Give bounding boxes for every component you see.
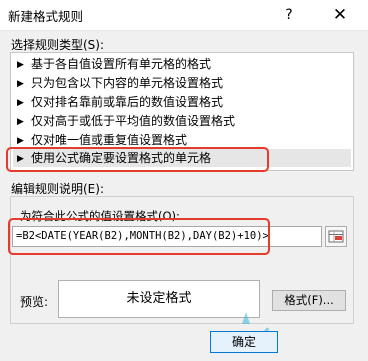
rule-item-label: 基于各自值设置所有单元格的格式 bbox=[31, 57, 212, 71]
highlight-annotation-rule bbox=[6, 147, 269, 172]
rule-item-color-scale[interactable]: ▶ 基于各自值设置所有单元格的格式 bbox=[13, 55, 351, 73]
rule-item-contains[interactable]: ▶ 只为包含以下内容的单元格设置格式 bbox=[13, 74, 351, 92]
highlight-annotation-formula bbox=[8, 218, 270, 255]
range-selector-button[interactable] bbox=[325, 226, 347, 247]
rule-item-label: 仅对唯一值或重复值设置格式 bbox=[31, 133, 188, 147]
rule-item-label: 只为包含以下内容的单元格设置格式 bbox=[31, 76, 224, 90]
help-button[interactable]: ? bbox=[281, 6, 297, 24]
format-button[interactable]: 格式(F)... bbox=[272, 290, 346, 311]
rule-item-top-bottom[interactable]: ▶ 仅对排名靠前或靠后的数值设置格式 bbox=[13, 93, 351, 111]
arrow-icon: ▶ bbox=[17, 98, 24, 108]
arrow-icon: ▶ bbox=[17, 117, 24, 127]
title-bar: 新建格式规则 ? ✕ bbox=[0, 0, 368, 31]
dialog-title: 新建格式规则 bbox=[8, 9, 84, 24]
preview-label: 预览: bbox=[20, 295, 49, 309]
range-selector-icon bbox=[328, 230, 344, 243]
rule-item-above-below-average[interactable]: ▶ 仅对高于或低于平均值的数值设置格式 bbox=[13, 112, 351, 130]
ok-button[interactable]: 确定 bbox=[210, 331, 278, 353]
close-button[interactable]: ✕ bbox=[331, 5, 349, 25]
rule-description-label: 编辑规则说明(E): bbox=[11, 182, 104, 196]
rule-type-label: 选择规则类型(S): bbox=[11, 38, 105, 52]
arrow-icon: ▶ bbox=[17, 60, 24, 70]
arrow-icon: ▶ bbox=[17, 79, 24, 89]
rule-item-label: 仅对高于或低于平均值的数值设置格式 bbox=[31, 114, 236, 128]
rule-item-label: 仅对排名靠前或靠后的数值设置格式 bbox=[31, 95, 224, 109]
